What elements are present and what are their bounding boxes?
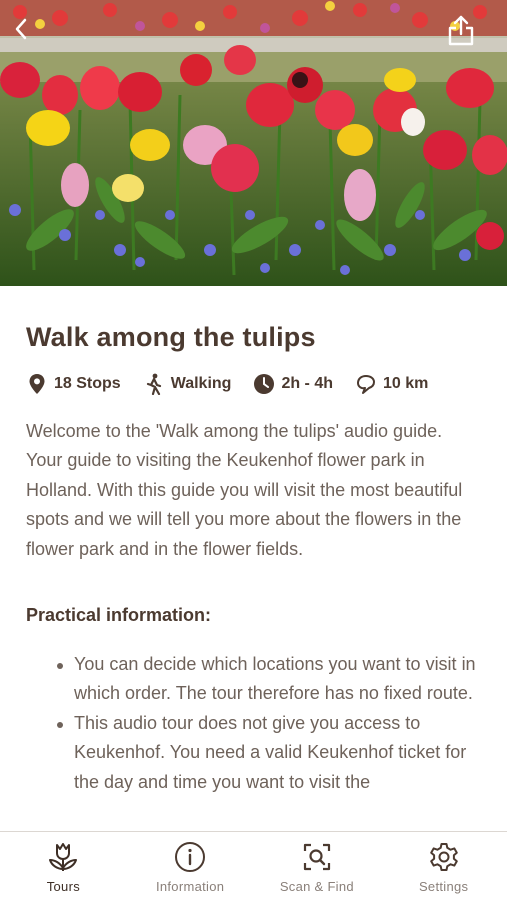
- tour-title: Walk among the tulips: [26, 322, 316, 352]
- tab-scan-find-label: Scan & Find: [279, 879, 354, 894]
- tab-tours-label: Tours: [46, 879, 81, 894]
- bottom-tab-bar: Tours Information Scan & Find Settings: [0, 831, 507, 901]
- meta-mode: Walking: [143, 373, 232, 395]
- walking-person-icon: [143, 373, 165, 395]
- tab-tours[interactable]: Tours: [0, 832, 127, 901]
- tab-information-label: Information: [155, 879, 225, 894]
- list-item: This audio tour does not give you access…: [26, 709, 478, 797]
- practical-info-list: You can decide which locations you want …: [26, 650, 478, 797]
- meta-stops: 18 Stops: [26, 373, 121, 395]
- tour-meta: 18 Stops Walking 2h - 4h 10 km: [26, 372, 450, 396]
- tab-information[interactable]: Information: [127, 832, 254, 901]
- meta-duration-label: 2h - 4h: [281, 375, 333, 392]
- tab-scan-find[interactable]: Scan & Find: [254, 832, 381, 901]
- scan-icon: [300, 840, 334, 874]
- tab-settings[interactable]: Settings: [380, 832, 507, 901]
- gear-icon: [427, 840, 461, 874]
- share-button[interactable]: [446, 14, 482, 50]
- meta-stops-label: 18 Stops: [54, 375, 121, 392]
- info-icon: [173, 840, 207, 874]
- meta-distance: 10 km: [355, 373, 428, 395]
- tour-detail-content[interactable]: Walk among the tulips 18 Stops Walking 2…: [0, 286, 507, 831]
- route-icon: [355, 373, 377, 395]
- tour-description: Welcome to the 'Walk among the tulips' a…: [26, 421, 463, 559]
- tulip-icon: [46, 840, 80, 874]
- practical-info-heading: Practical information:: [26, 605, 212, 625]
- meta-duration: 2h - 4h: [253, 373, 333, 395]
- location-pin-icon: [26, 373, 48, 395]
- meta-mode-label: Walking: [170, 375, 232, 392]
- back-button[interactable]: [14, 18, 42, 46]
- hero-image: [0, 0, 507, 286]
- tulip-photo: [0, 0, 507, 286]
- tab-settings-label: Settings: [418, 879, 469, 894]
- clock-icon: [253, 373, 275, 395]
- list-item: You can decide which locations you want …: [26, 650, 478, 709]
- meta-distance-label: 10 km: [383, 375, 429, 392]
